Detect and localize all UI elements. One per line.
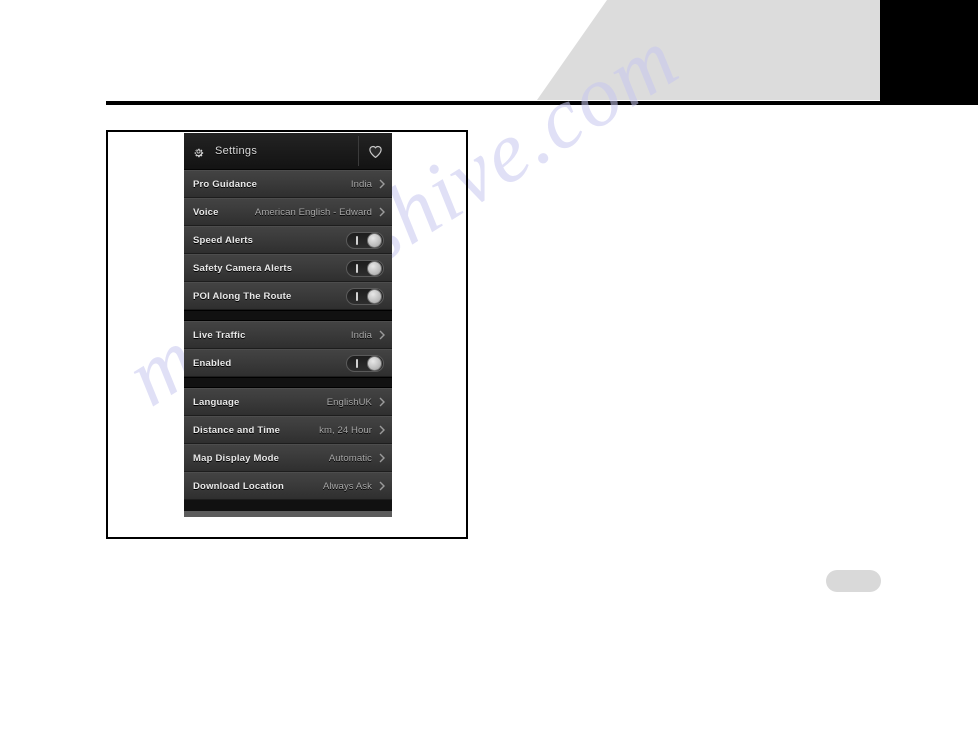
toggle-knob (367, 260, 382, 276)
row-distance-and-time[interactable]: Distance and Time km, 24 Hour (184, 416, 392, 444)
chevron-right-icon (379, 453, 385, 463)
corner-banner-shape (537, 0, 880, 100)
favorite-button[interactable] (359, 133, 392, 169)
row-map-display-mode[interactable]: Map Display Mode Automatic (184, 444, 392, 472)
settings-title: Settings (215, 145, 258, 157)
chevron-right-icon (379, 330, 385, 340)
row-speed-alerts[interactable]: Speed Alerts (184, 226, 392, 254)
row-label: POI Along The Route (193, 290, 292, 302)
panel-footer-bar (184, 500, 392, 511)
row-right: Always Ask (323, 481, 385, 492)
row-poi-along-the-route[interactable]: POI Along The Route (184, 282, 392, 310)
row-safety-camera-alerts[interactable]: Safety Camera Alerts (184, 254, 392, 282)
toggle-knob (367, 232, 382, 248)
section-separator-1 (184, 310, 392, 321)
chevron-right-icon (379, 425, 385, 435)
row-label: Map Display Mode (193, 452, 280, 464)
settings-rows-group-1: Pro Guidance India Voice American Englis… (184, 170, 392, 310)
toggle-bar (356, 291, 358, 301)
row-right: India (351, 330, 385, 341)
row-label: Pro Guidance (193, 178, 258, 190)
page-number-pill (826, 570, 881, 592)
panel-footer-strip (184, 511, 392, 517)
chevron-right-icon (379, 207, 385, 217)
corner-black-tab (880, 0, 978, 103)
safety-camera-alerts-toggle[interactable] (346, 259, 384, 277)
heart-icon (369, 145, 382, 158)
toggle-bar (356, 358, 358, 368)
chevron-right-icon (379, 179, 385, 189)
row-label: Live Traffic (193, 329, 246, 341)
row-live-traffic[interactable]: Live Traffic India (184, 321, 392, 349)
row-value: India (350, 329, 372, 341)
page-canvas: manualshive.com Settings Pro Guidance In… (0, 0, 978, 659)
settings-rows-group-3: Language EnglishUK Distance and Time km,… (184, 388, 392, 500)
row-right: Automatic (329, 453, 385, 464)
row-right: km, 24 Hour (319, 425, 385, 436)
row-voice[interactable]: Voice American English - Edward (184, 198, 392, 226)
row-label: Distance and Time (193, 424, 281, 436)
settings-panel: Settings Pro Guidance India Voice Americ… (184, 133, 392, 517)
row-enabled[interactable]: Enabled (184, 349, 392, 377)
row-value: Always Ask (322, 480, 372, 492)
row-label: Safety Camera Alerts (193, 262, 293, 274)
chevron-right-icon (379, 481, 385, 491)
section-separator-2 (184, 377, 392, 388)
toggle-bar (356, 235, 358, 245)
gear-icon (192, 145, 205, 158)
header-rule-divider (106, 101, 978, 105)
row-value: India (350, 178, 372, 190)
settings-header-bar: Settings (184, 133, 392, 170)
row-label: Language (193, 396, 240, 408)
row-value: American English - Edward (254, 206, 372, 218)
row-pro-guidance[interactable]: Pro Guidance India (184, 170, 392, 198)
row-language[interactable]: Language EnglishUK (184, 388, 392, 416)
toggle-bar (356, 263, 358, 273)
row-right: India (351, 179, 385, 190)
poi-along-the-route-toggle[interactable] (346, 287, 384, 305)
row-label: Enabled (193, 357, 232, 369)
row-value: km, 24 Hour (319, 424, 372, 436)
row-label: Download Location (193, 480, 285, 492)
speed-alerts-toggle[interactable] (346, 231, 384, 249)
row-value: EnglishUK (326, 396, 372, 408)
settings-rows-group-2: Live Traffic India Enabled (184, 321, 392, 377)
row-right: American English - Edward (255, 207, 385, 218)
row-right: EnglishUK (327, 397, 385, 408)
toggle-knob (367, 355, 382, 371)
enabled-toggle[interactable] (346, 354, 384, 372)
chevron-right-icon (379, 397, 385, 407)
row-label: Speed Alerts (193, 234, 254, 246)
row-label: Voice (193, 206, 219, 218)
toggle-knob (367, 288, 382, 304)
row-download-location[interactable]: Download Location Always Ask (184, 472, 392, 500)
row-value: Automatic (328, 452, 372, 464)
